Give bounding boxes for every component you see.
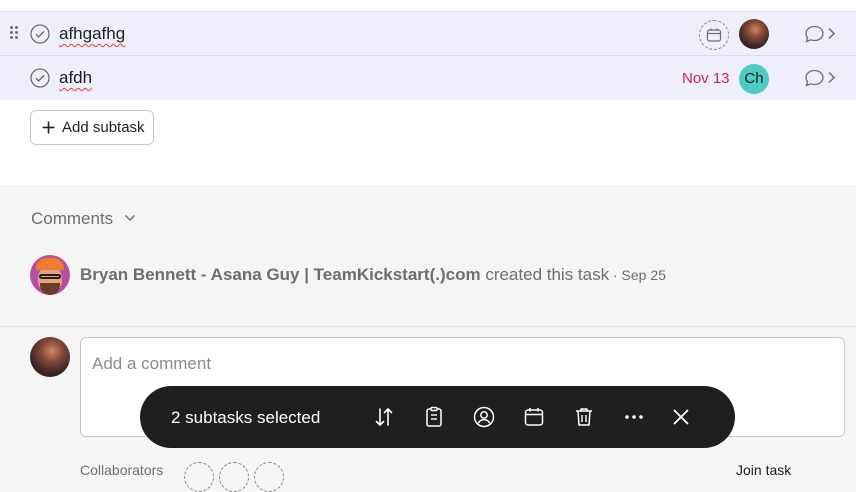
activity-action: created this task: [480, 265, 610, 284]
more-icon[interactable]: [622, 405, 646, 429]
subtask-row[interactable]: afdh Nov 13 Ch: [0, 56, 856, 100]
subtask-name[interactable]: afdh: [59, 68, 92, 88]
sort-icon[interactable]: [372, 405, 396, 429]
assignee-icon[interactable]: [472, 405, 496, 429]
add-subtask-button[interactable]: Add subtask: [30, 110, 154, 145]
complete-checkmark-icon[interactable]: [30, 68, 50, 88]
assignee-avatar[interactable]: Ch: [739, 64, 769, 94]
author-avatar[interactable]: [30, 255, 70, 295]
convert-task-icon[interactable]: [422, 405, 446, 429]
subtask-row[interactable]: afhgafhg: [0, 12, 856, 56]
subtask-name[interactable]: afhgafhg: [59, 24, 125, 44]
comment-placeholder: Add a comment: [92, 354, 212, 373]
collaborators-label: Collaborators: [80, 462, 164, 478]
calendar-icon[interactable]: [522, 405, 546, 429]
activity-entry: Bryan Bennett - Asana Guy | TeamKickstar…: [30, 255, 850, 295]
comments-toggle[interactable]: Comments: [31, 209, 136, 229]
close-icon[interactable]: [669, 405, 693, 429]
chevron-down-icon: [124, 214, 136, 222]
subtask-list: afhgafhg afdh Nov 13 Ch Add subtask: [0, 12, 856, 185]
comment-icon[interactable]: [803, 24, 837, 44]
calendar-icon: [706, 28, 722, 42]
assignee-avatar[interactable]: [739, 19, 769, 49]
join-task-button[interactable]: Join task: [736, 462, 791, 478]
activity-date: · Sep 25: [609, 267, 666, 283]
comments-heading: Comments: [31, 209, 114, 228]
current-user-avatar: [30, 337, 70, 377]
complete-checkmark-icon[interactable]: [30, 24, 50, 44]
trash-icon[interactable]: [572, 405, 596, 429]
top-strip: [0, 0, 856, 12]
comment-icon[interactable]: [803, 68, 837, 88]
due-date[interactable]: Nov 13: [682, 70, 730, 87]
selection-toolbar: 2 subtasks selected: [140, 386, 735, 448]
plus-icon: [42, 121, 55, 134]
set-due-date-button[interactable]: [699, 20, 729, 50]
divider: [0, 326, 856, 327]
author-name[interactable]: Bryan Bennett - Asana Guy | TeamKickstar…: [80, 265, 481, 284]
drag-handle-icon[interactable]: [10, 26, 20, 40]
add-subtask-label: Add subtask: [62, 119, 145, 136]
selection-count: 2 subtasks selected: [171, 408, 321, 427]
